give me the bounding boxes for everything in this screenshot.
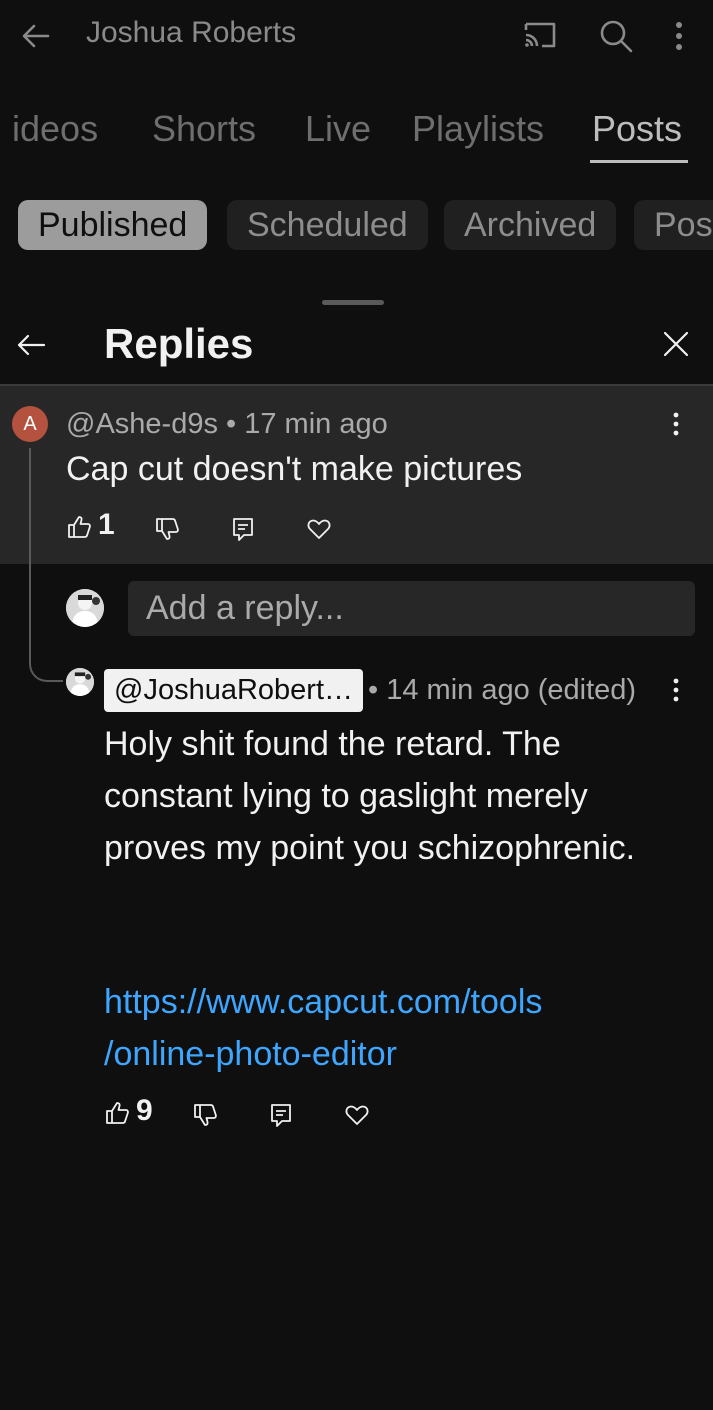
tab-videos[interactable]: ideos <box>12 108 98 150</box>
search-icon[interactable] <box>596 16 636 56</box>
reply-link[interactable]: https://www.capcut.com/tools /online-pho… <box>104 976 664 1080</box>
like-count: 9 <box>136 1094 153 1127</box>
comment-time: 17 min ago <box>244 408 388 440</box>
reply-icon[interactable] <box>268 1102 294 1128</box>
comment-meta: • 14 min ago (edited) <box>368 674 636 707</box>
tab-live[interactable]: Live <box>305 108 371 150</box>
reply-text: Holy shit found the retard. The constant… <box>104 725 636 867</box>
thread-line <box>29 448 31 648</box>
tab-playlists[interactable]: Playlists <box>412 108 544 150</box>
active-tab-indicator <box>590 160 688 163</box>
user-avatar-image <box>66 589 104 627</box>
back-arrow-icon[interactable] <box>14 328 48 362</box>
sheet-title: Replies <box>104 320 254 367</box>
avatar[interactable] <box>66 668 94 696</box>
meta-separator: • <box>226 408 237 440</box>
like-icon[interactable] <box>104 1100 130 1126</box>
like-icon[interactable] <box>66 514 92 540</box>
reply-icon[interactable] <box>230 516 256 542</box>
like-count: 1 <box>98 508 115 541</box>
close-icon[interactable] <box>660 328 692 360</box>
channel-page: Joshua Roberts ideos Shorts Live Playlis… <box>0 0 713 300</box>
chip-posts[interactable]: Pos <box>634 200 713 250</box>
comment-text: Cap cut doesn't make pictures <box>66 450 523 488</box>
replies-sheet: Replies A @Ashe-d9s • 17 min ago Cap cut… <box>0 286 713 1410</box>
top-app-bar: Joshua Roberts <box>0 0 713 70</box>
meta-separator: • <box>368 674 379 706</box>
chip-archived[interactable]: Archived <box>444 200 617 250</box>
user-avatar-image <box>66 668 94 696</box>
reply-link-line-1[interactable]: https://www.capcut.com/tools <box>104 976 664 1028</box>
more-vert-icon[interactable] <box>668 676 684 704</box>
reply-actions: 9 <box>104 1094 404 1134</box>
more-vert-icon[interactable] <box>668 410 684 438</box>
sheet-header: Replies <box>0 310 713 384</box>
back-arrow-icon[interactable] <box>18 18 54 54</box>
reply-author-handle[interactable]: @JoshuaRobert… <box>104 669 363 712</box>
heart-icon[interactable] <box>306 516 332 542</box>
dislike-icon[interactable] <box>154 516 180 542</box>
add-reply-input[interactable]: Add a reply... <box>128 581 695 636</box>
more-vert-icon[interactable] <box>664 16 694 56</box>
tab-posts[interactable]: Posts <box>592 108 682 150</box>
cast-icon[interactable] <box>520 16 560 52</box>
tab-shorts[interactable]: Shorts <box>152 108 256 150</box>
avatar[interactable]: A <box>12 406 48 442</box>
dislike-icon[interactable] <box>192 1102 218 1128</box>
thread-connector <box>29 626 63 682</box>
filter-chips: Published Scheduled Archived Pos <box>0 200 713 252</box>
channel-title: Joshua Roberts <box>86 16 297 49</box>
reply-link-line-2[interactable]: /online-photo-editor <box>104 1028 664 1080</box>
comment-time: 14 min ago (edited) <box>386 674 637 706</box>
avatar[interactable] <box>66 589 104 627</box>
comment-actions: 1 <box>66 508 366 548</box>
channel-tabs: ideos Shorts Live Playlists Posts <box>0 100 713 170</box>
parent-comment: A @Ashe-d9s • 17 min ago Cap cut doesn't… <box>0 386 713 564</box>
chip-published[interactable]: Published <box>18 200 208 250</box>
comment-meta: @Ashe-d9s • 17 min ago <box>66 408 388 441</box>
drag-handle[interactable] <box>322 300 384 305</box>
heart-icon[interactable] <box>344 1102 370 1128</box>
chip-scheduled[interactable]: Scheduled <box>227 200 428 250</box>
comment-author[interactable]: @Ashe-d9s <box>66 408 218 440</box>
